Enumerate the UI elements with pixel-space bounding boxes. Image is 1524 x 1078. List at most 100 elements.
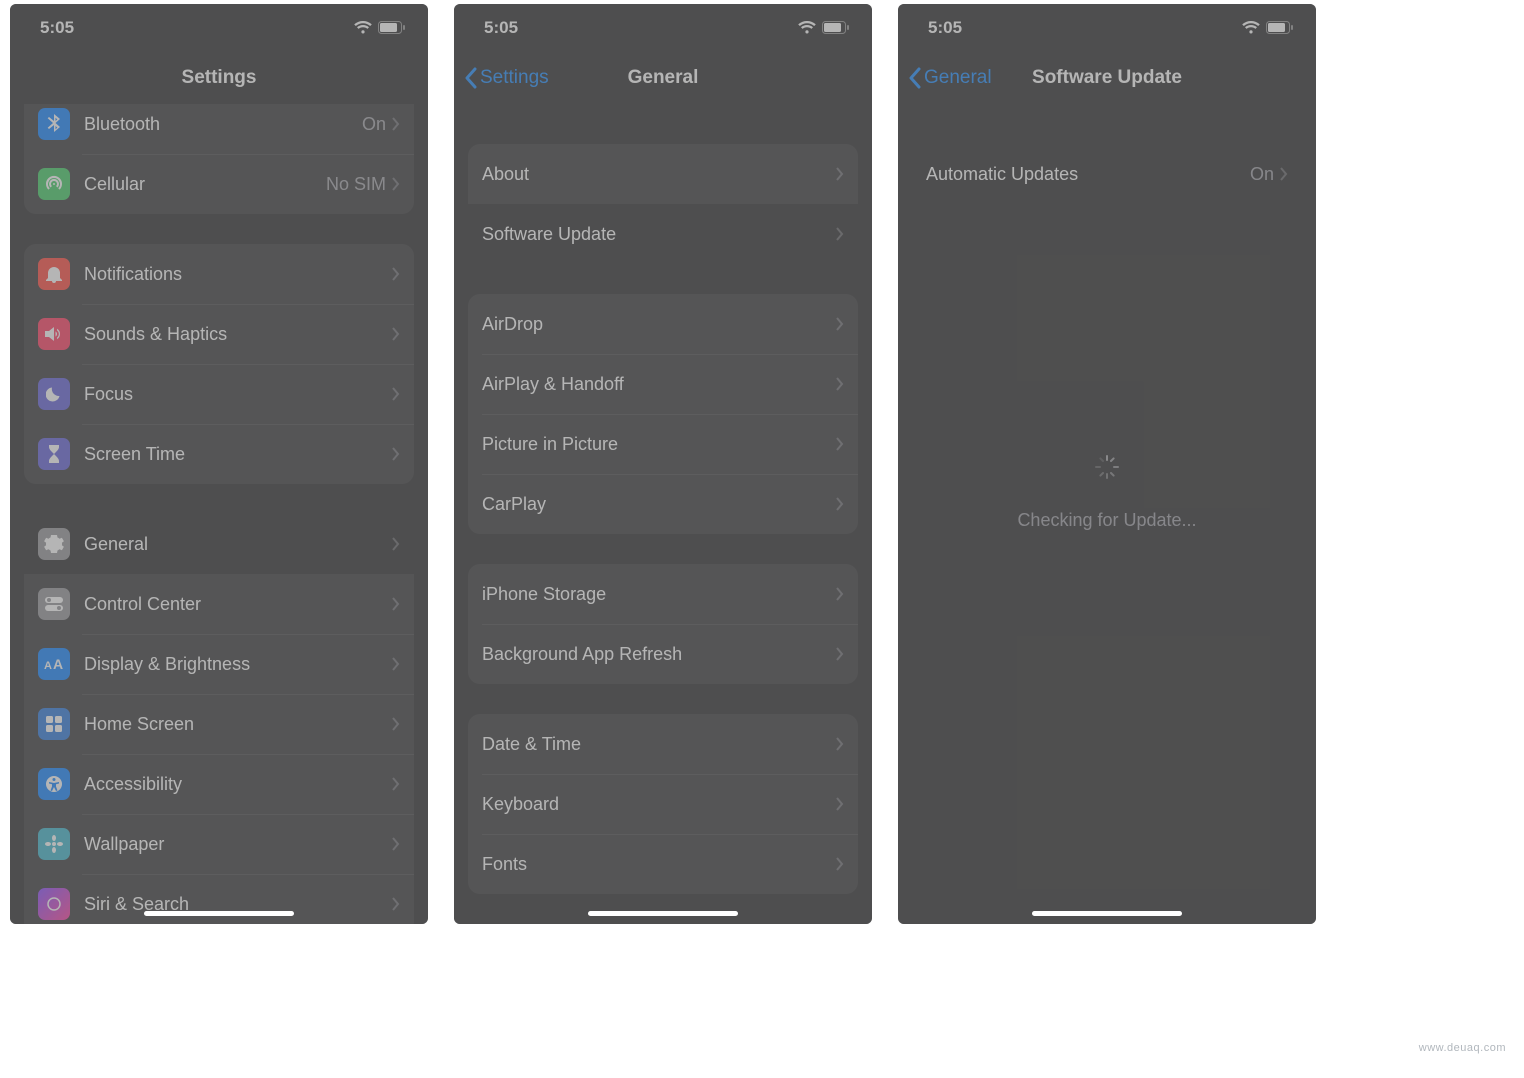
chevron-right-icon (392, 657, 400, 671)
chevron-right-icon (392, 267, 400, 281)
chevron-right-icon (836, 857, 844, 871)
accessibility-icon (38, 768, 70, 800)
row-bluetooth[interactable]: Bluetooth On (24, 104, 414, 154)
row-carplay[interactable]: CarPlay (468, 474, 858, 534)
row-label: Bluetooth (84, 114, 362, 135)
row-about[interactable]: About (468, 144, 858, 204)
back-button[interactable]: Settings (464, 67, 549, 89)
back-label: General (924, 67, 992, 89)
row-label: Accessibility (84, 774, 392, 795)
row-label: Sounds & Haptics (84, 324, 392, 345)
row-bgrefresh[interactable]: Background App Refresh (468, 624, 858, 684)
spinner-icon (1094, 454, 1120, 480)
row-screentime[interactable]: Screen Time (24, 424, 414, 484)
row-label: Automatic Updates (926, 164, 1250, 185)
row-label: CarPlay (482, 494, 836, 515)
svg-text:A: A (53, 657, 63, 671)
row-automatic-updates[interactable]: Automatic Updates On (912, 144, 1302, 204)
row-software-highlight: Software Update (468, 204, 858, 264)
grid-icon (38, 708, 70, 740)
page-title: Software Update (1032, 67, 1182, 89)
home-indicator[interactable] (588, 911, 738, 916)
page-title: General (628, 67, 699, 89)
chevron-right-icon (836, 497, 844, 511)
row-label: Date & Time (482, 734, 836, 755)
nav-bar: Settings General (454, 52, 872, 104)
general-group-2: AirDrop AirPlay & Handoff Picture in Pic… (468, 294, 858, 534)
home-indicator[interactable] (144, 911, 294, 916)
back-button[interactable]: General (908, 67, 992, 89)
status-time: 5:05 (40, 18, 74, 38)
row-datetime[interactable]: Date & Time (468, 714, 858, 774)
nav-bar: Settings (10, 52, 428, 104)
battery-icon (822, 21, 850, 35)
row-label: Wallpaper (84, 834, 392, 855)
row-value: On (1250, 164, 1274, 185)
row-airplay[interactable]: AirPlay & Handoff (468, 354, 858, 414)
page-title: Settings (182, 67, 257, 89)
row-accessibility[interactable]: Accessibility (24, 754, 414, 814)
row-label: Notifications (84, 264, 392, 285)
chevron-right-icon (836, 377, 844, 391)
row-label: AirPlay & Handoff (482, 374, 836, 395)
row-homescreen[interactable]: Home Screen (24, 694, 414, 754)
general-group-1a: About (468, 144, 858, 204)
row-software-update[interactable]: Software Update (468, 204, 858, 264)
row-display[interactable]: AA Display & Brightness (24, 634, 414, 694)
gear-icon (38, 528, 70, 560)
loading-area: Checking for Update... (898, 454, 1316, 531)
row-fonts[interactable]: Fonts (468, 834, 858, 894)
chevron-left-icon (908, 67, 922, 89)
toggles-icon (38, 588, 70, 620)
chevron-right-icon (392, 117, 400, 131)
row-wallpaper[interactable]: Wallpaper (24, 814, 414, 874)
row-notifications[interactable]: Notifications (24, 244, 414, 304)
home-indicator[interactable] (1032, 911, 1182, 916)
row-value: On (362, 114, 386, 135)
row-label: About (482, 164, 836, 185)
speaker-icon (38, 318, 70, 350)
chevron-right-icon (836, 317, 844, 331)
row-airdrop[interactable]: AirDrop (468, 294, 858, 354)
status-time: 5:05 (484, 18, 518, 38)
row-pip[interactable]: Picture in Picture (468, 414, 858, 474)
row-keyboard[interactable]: Keyboard (468, 774, 858, 834)
row-label: Display & Brightness (84, 654, 392, 675)
general-group-4: Date & Time Keyboard Fonts (468, 714, 858, 894)
chevron-right-icon (392, 327, 400, 341)
row-cellular[interactable]: Cellular No SIM (24, 154, 414, 214)
chevron-right-icon (392, 717, 400, 731)
row-general-highlight: General (24, 514, 414, 574)
siri-icon (38, 888, 70, 920)
row-controlcenter[interactable]: Control Center (24, 574, 414, 634)
row-sounds[interactable]: Sounds & Haptics (24, 304, 414, 364)
chevron-right-icon (836, 227, 844, 241)
row-label: Software Update (482, 224, 836, 245)
row-auto-highlight: Automatic Updates On (912, 144, 1302, 204)
settings-group-system: Control Center AA Display & Brightness H… (24, 574, 414, 924)
row-label: Screen Time (84, 444, 392, 465)
phone-settings: 5:05 Settings Bluetooth On Cellular No S… (10, 4, 428, 924)
row-label: General (84, 534, 392, 555)
back-label: Settings (480, 67, 549, 89)
chevron-right-icon (392, 537, 400, 551)
row-label: Control Center (84, 594, 392, 615)
settings-group-connectivity: Bluetooth On Cellular No SIM (24, 104, 414, 214)
row-label: Keyboard (482, 794, 836, 815)
loading-text: Checking for Update... (1017, 510, 1196, 531)
row-siri[interactable]: Siri & Search (24, 874, 414, 924)
row-general[interactable]: General (24, 514, 414, 574)
chevron-right-icon (392, 447, 400, 461)
battery-icon (378, 21, 406, 35)
nav-bar: General Software Update (898, 52, 1316, 104)
row-storage[interactable]: iPhone Storage (468, 564, 858, 624)
general-group-3: iPhone Storage Background App Refresh (468, 564, 858, 684)
row-focus[interactable]: Focus (24, 364, 414, 424)
chevron-right-icon (1280, 167, 1288, 181)
settings-group-attention: Notifications Sounds & Haptics Focus Scr… (24, 244, 414, 484)
chevron-left-icon (464, 67, 478, 89)
row-label: Fonts (482, 854, 836, 875)
chevron-right-icon (836, 737, 844, 751)
row-label: Focus (84, 384, 392, 405)
row-label: AirDrop (482, 314, 836, 335)
